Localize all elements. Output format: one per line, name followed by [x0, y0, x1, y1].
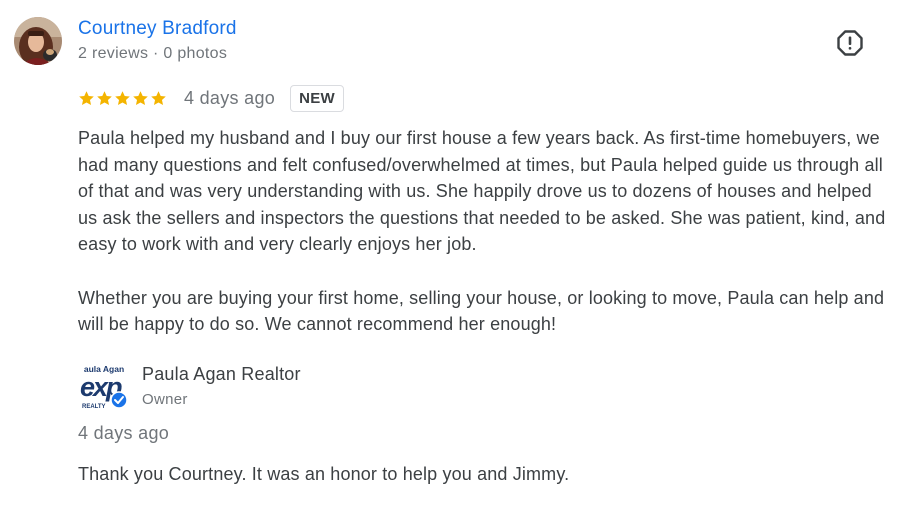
reviewer-meta: 2 reviews · 0 photos: [78, 45, 228, 62]
star-icon: [97, 90, 112, 105]
review-text: Paula helped my husband and I buy our fi…: [78, 125, 893, 338]
star-rating: [78, 90, 167, 107]
star-icon: [133, 90, 148, 105]
report-flag-icon: [837, 30, 863, 56]
reviewer-avatar[interactable]: [14, 17, 62, 65]
owner-name[interactable]: Paula Agan Realtor: [142, 364, 301, 385]
new-badge: NEW: [290, 84, 344, 112]
star-icon: [79, 90, 94, 105]
reviewer-name-link[interactable]: Courtney Bradford: [78, 18, 237, 40]
verified-check-icon: [110, 391, 128, 409]
review-paragraph: Whether you are buying your first home, …: [78, 287, 885, 335]
review-time: 4 days ago: [184, 87, 276, 108]
star-icon: [151, 90, 166, 105]
review-paragraph: Paula helped my husband and I buy our fi…: [78, 128, 886, 255]
star-icon: [115, 90, 130, 105]
owner-role: Owner: [142, 391, 188, 408]
logo-bottom-text: REALTY: [82, 404, 106, 410]
exp-realty-logo-icon: aula Agan exp REALTY: [78, 363, 130, 411]
owner-logo[interactable]: aula Agan exp REALTY: [78, 363, 130, 411]
report-review-button[interactable]: [837, 30, 863, 56]
profile-photo-icon: [14, 17, 62, 65]
rating-row: 4 days ago NEW: [78, 83, 344, 113]
reply-time: 4 days ago: [78, 423, 170, 443]
reply-text: Thank you Courtney. It was an honor to h…: [78, 464, 570, 484]
